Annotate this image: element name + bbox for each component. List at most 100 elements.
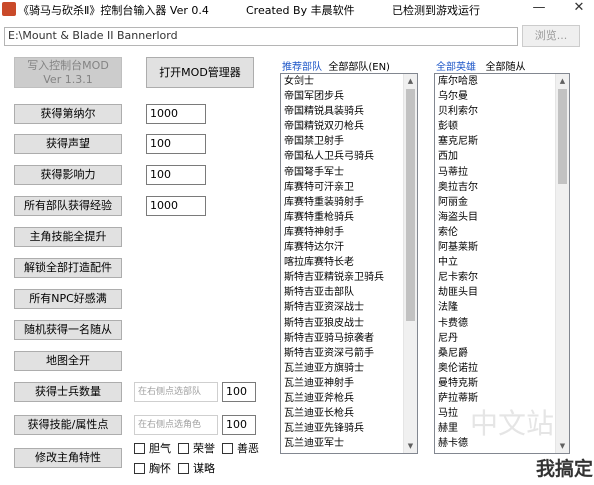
xp-amount-input[interactable]: 1000 [146, 196, 206, 216]
hero-list-item[interactable]: 贝利索尔 [435, 104, 569, 119]
game-path-input[interactable]: E:\Mount & Blade II Bannerlord [4, 27, 518, 46]
all-troops-xp-button[interactable]: 所有部队获得经验 [14, 196, 122, 216]
close-button[interactable]: ✕ [568, 0, 590, 18]
hero-list-item[interactable]: 彭顿 [435, 119, 569, 134]
troop-list-item[interactable]: 瓦兰迪亚方旗骑士 [281, 361, 417, 376]
open-mod-manager-button[interactable]: 打开MOD管理器 [146, 57, 254, 88]
troop-list-item[interactable]: 库赛特重装骑射手 [281, 195, 417, 210]
get-renown-button[interactable]: 获得声望 [14, 134, 122, 154]
soldier-count-input[interactable]: 100 [222, 382, 256, 402]
scroll-down-icon[interactable]: ▼ [404, 439, 417, 453]
trait-generosity-checkbox[interactable]: 胸怀 [134, 460, 171, 476]
troop-list-item[interactable]: 斯特吉亚击部队 [281, 285, 417, 300]
hero-list-item[interactable]: 马蒂拉 [435, 165, 569, 180]
browse-button[interactable]: 浏览... [522, 25, 580, 47]
troop-list-item[interactable]: 女剑士 [281, 74, 417, 89]
troop-list-item[interactable]: 瓦兰迪亚先锋骑兵 [281, 421, 417, 436]
scroll-up-icon[interactable]: ▲ [556, 74, 569, 88]
hero-list-item[interactable]: 桑尼爵 [435, 346, 569, 361]
troop-list-item[interactable]: 帝国军团步兵 [281, 89, 417, 104]
checkbox-box [134, 442, 145, 454]
random-follower-button[interactable]: 随机获得一名随从 [14, 320, 122, 340]
troop-list-item[interactable]: 瓦兰迪亚军士 [281, 436, 417, 451]
tab-recommended-troops[interactable]: 推荐部队 [282, 62, 322, 73]
troop-list-item[interactable]: 帝国私人卫兵弓骑兵 [281, 149, 417, 164]
dinar-amount-input[interactable]: 1000 [146, 104, 206, 124]
scroll-down-icon[interactable]: ▼ [556, 439, 569, 453]
skill-points-input[interactable]: 100 [222, 415, 256, 435]
scroll-thumb[interactable] [558, 89, 567, 184]
troop-list-item[interactable]: 斯特吉亚精锐亲卫骑兵 [281, 270, 417, 285]
title-bar: 《骑马与砍杀Ⅱ》控制台输入器 Ver 0.4 Created By 丰晨软件 已… [0, 0, 594, 18]
troop-list-item[interactable]: 斯特吉亚资深战士 [281, 300, 417, 315]
hero-list-item[interactable]: 塞克尼斯 [435, 134, 569, 149]
troop-list-item[interactable]: 斯特吉亚骑马掠袭者 [281, 331, 417, 346]
tab-all-troops[interactable]: 全部部队(EN) [328, 62, 390, 73]
selected-troop-input[interactable]: 在右侧点选部队 [134, 382, 218, 402]
hero-list-item[interactable]: 奥拉吉尔 [435, 180, 569, 195]
trait-label: 荣誉 [193, 442, 215, 455]
troop-list-item[interactable]: 瓦兰迪亚长枪兵 [281, 406, 417, 421]
unlock-smithing-parts-button[interactable]: 解锁全部打造配件 [14, 258, 122, 278]
renown-amount-input[interactable]: 100 [146, 134, 206, 154]
hero-list-item[interactable]: 阿基莱斯 [435, 240, 569, 255]
troop-list-item[interactable]: 库赛特可汗亲卫 [281, 180, 417, 195]
get-influence-button[interactable]: 获得影响力 [14, 165, 122, 185]
troop-list-item[interactable]: 帝国禁卫射手 [281, 134, 417, 149]
hero-list-item[interactable]: 尼丹 [435, 331, 569, 346]
heroes-listbox[interactable]: 库尔哈恩 乌尔曼 贝利索尔 彭顿 塞克尼斯 西加 马蒂拉 奥拉吉尔 阿丽金 海盗头目 索伦 阿基莱斯中… [434, 73, 570, 454]
tab-all-heroes[interactable]: 全部英雄 [436, 62, 476, 73]
troops-scrollbar[interactable]: ▲ ▼ [403, 74, 417, 453]
trait-valor-checkbox[interactable]: 胆气 [134, 440, 171, 456]
npc-relation-max-button[interactable]: 所有NPC好感满 [14, 289, 122, 309]
hero-list-item[interactable]: 奥伦诺拉 [435, 361, 569, 376]
hero-list-item[interactable]: 西加 [435, 149, 569, 164]
reveal-map-button[interactable]: 地图全开 [14, 351, 122, 371]
write-console-mod-button[interactable]: 写入控制台MOD Ver 1.3.1 [14, 57, 122, 88]
hero-list-item[interactable]: 乌尔曼 [435, 89, 569, 104]
trait-honor-checkbox[interactable]: 荣誉 [178, 440, 215, 456]
hero-list-item[interactable]: 法隆 [435, 300, 569, 315]
hero-list-item[interactable]: 阿丽金 [435, 195, 569, 210]
scroll-up-icon[interactable]: ▲ [404, 74, 417, 88]
tab-all-followers[interactable]: 全部随从 [486, 62, 526, 73]
troop-list-item[interactable]: 瓦兰迪亚斧枪兵 [281, 391, 417, 406]
troop-list-item[interactable]: 斯特吉亚狼皮战士 [281, 316, 417, 331]
write-mod-label: 写入控制台MOD [27, 59, 109, 72]
hero-list-item[interactable]: 库尔哈恩 [435, 74, 569, 89]
window-title: 《骑马与砍杀Ⅱ》控制台输入器 Ver 0.4 [18, 4, 209, 17]
hero-list-item[interactable]: 中立 [435, 255, 569, 270]
heroes-list-header: 全部英雄 全部随从 [436, 58, 526, 73]
hero-list-item[interactable]: 卡费德 [435, 316, 569, 331]
troop-list-item[interactable]: 斯特吉亚资深弓箭手 [281, 346, 417, 361]
troops-listbox[interactable]: 女剑士 帝国军团步兵 帝国精锐具装骑兵 帝国精锐双刃枪兵 帝国禁卫射手 帝国私人卫兵弓骑兵… [280, 73, 418, 454]
trait-mercy-checkbox[interactable]: 善恶 [222, 440, 259, 456]
troop-list-item[interactable]: 帝国弩手军士 [281, 165, 417, 180]
troop-list-item[interactable]: 帝国精锐双刃枪兵 [281, 119, 417, 134]
troop-list-item[interactable]: 库赛特重枪骑兵 [281, 210, 417, 225]
troop-list-item[interactable]: 喀拉库赛特长老 [281, 255, 417, 270]
minimize-button[interactable]: — [528, 0, 550, 18]
troop-list-item[interactable]: 库赛特达尔汗 [281, 240, 417, 255]
checkbox-box [134, 462, 145, 474]
influence-amount-input[interactable]: 100 [146, 165, 206, 185]
troop-list-item[interactable]: 帝国精锐具装骑兵 [281, 104, 417, 119]
heroes-scrollbar[interactable]: ▲ ▼ [555, 74, 569, 453]
hero-list-item[interactable]: 劫匪头目 [435, 285, 569, 300]
scroll-thumb[interactable] [406, 89, 415, 321]
get-soldiers-button[interactable]: 获得士兵数量 [14, 382, 122, 402]
hero-list-item[interactable]: 曼特克斯 [435, 376, 569, 391]
skills-max-button[interactable]: 主角技能全提升 [14, 227, 122, 247]
created-by-label: Created By 丰晨软件 [246, 4, 355, 17]
get-skill-points-button[interactable]: 获得技能/属性点 [14, 415, 122, 435]
modify-traits-button[interactable]: 修改主角特性 [14, 448, 122, 468]
get-dinar-button[interactable]: 获得第纳尔 [14, 104, 122, 124]
hero-list-item[interactable]: 索伦 [435, 225, 569, 240]
trait-calculating-checkbox[interactable]: 谋略 [178, 460, 215, 476]
hero-list-item[interactable]: 尼卡索尔 [435, 270, 569, 285]
troop-list-item[interactable]: 库赛特神射手 [281, 225, 417, 240]
selected-hero-input[interactable]: 在右侧点选角色 [134, 415, 218, 435]
troop-list-item[interactable]: 瓦兰迪亚神射手 [281, 376, 417, 391]
game-status-label: 已检测到游戏运行 [392, 4, 480, 17]
hero-list-item[interactable]: 海盗头目 [435, 210, 569, 225]
